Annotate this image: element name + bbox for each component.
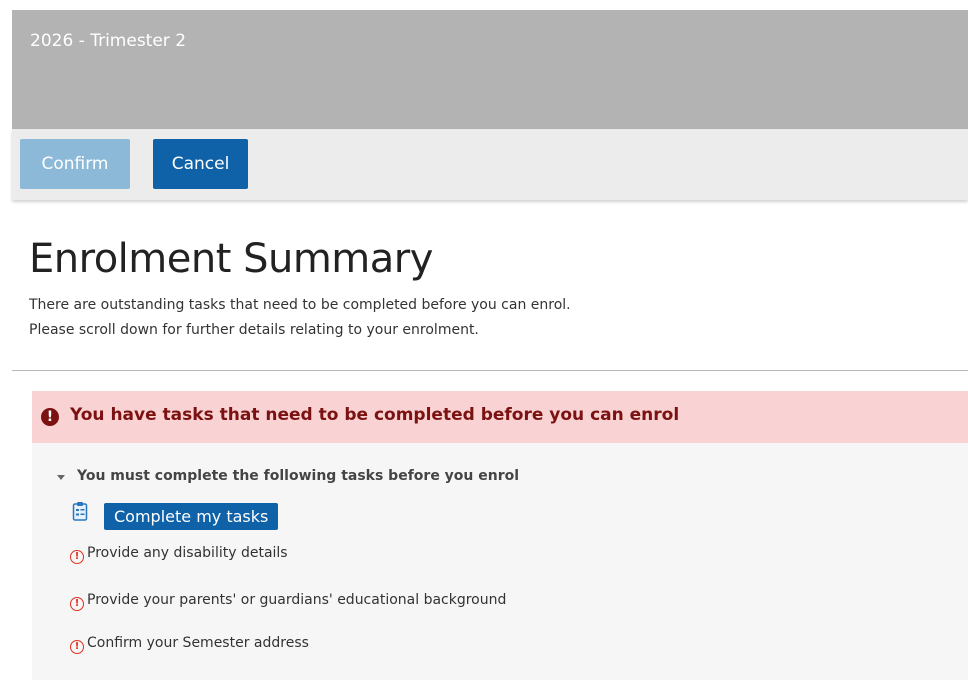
summary-description-2: Please scroll down for further details r…: [29, 322, 479, 338]
header-title: 2026 - Trimester 2: [30, 31, 187, 51]
confirm-button[interactable]: Confirm: [20, 139, 130, 189]
page-title: Enrolment Summary: [29, 236, 433, 282]
warning-circle-icon: !: [70, 550, 84, 564]
complete-my-tasks-button[interactable]: Complete my tasks: [104, 503, 279, 530]
exclamation-circle-icon: !: [41, 408, 59, 426]
warning-circle-icon: !: [70, 597, 84, 611]
clipboard-checklist-icon: [72, 502, 88, 521]
task-section: You must complete the following tasks be…: [32, 443, 968, 680]
task-item: ! Provide your parents' or guardians' edu…: [70, 592, 506, 611]
alert-message: You have tasks that need to be completed…: [70, 405, 680, 425]
action-toolbar: Confirm Cancel: [12, 129, 968, 200]
task-section-heading[interactable]: You must complete the following tasks be…: [77, 468, 519, 484]
warning-circle-icon: !: [70, 640, 84, 654]
task-item-label: Confirm your Semester address: [87, 635, 309, 651]
divider: [12, 370, 968, 371]
summary-description-1: There are outstanding tasks that need to…: [29, 297, 571, 313]
task-item-label: Provide any disability details: [87, 545, 288, 561]
task-item-label: Provide your parents' or guardians' educ…: [87, 592, 507, 608]
left-margin: [0, 0, 12, 680]
collapse-caret-icon[interactable]: [57, 475, 65, 480]
task-item: ! Confirm your Semester address: [70, 635, 309, 654]
cancel-button[interactable]: Cancel: [153, 139, 248, 189]
task-item: ! Provide any disability details: [70, 545, 288, 564]
alert-banner: ! You have tasks that need to be complet…: [32, 391, 968, 443]
page-header: 2026 - Trimester 2: [12, 10, 968, 129]
